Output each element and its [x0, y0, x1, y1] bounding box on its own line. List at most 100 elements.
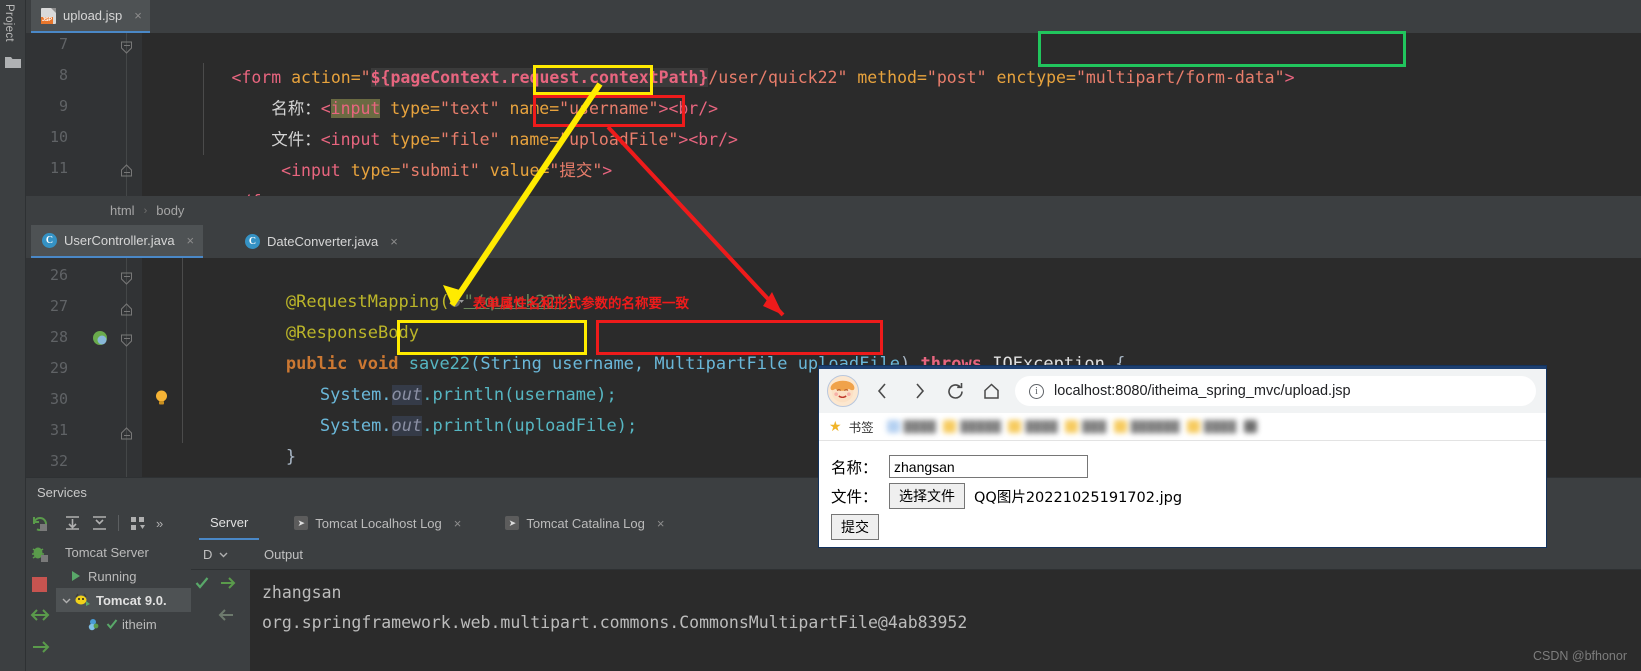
tab-upload-jsp[interactable]: upload.jsp × [31, 0, 150, 33]
back-button[interactable] [865, 373, 901, 409]
debug-icon[interactable] [31, 545, 49, 563]
close-icon[interactable]: × [454, 517, 462, 530]
deployment-column-header[interactable]: D [191, 540, 250, 570]
line-number: 7 [58, 35, 68, 53]
code-token: enctype= [996, 68, 1076, 87]
deploy-icon[interactable] [30, 605, 50, 625]
bookmark-item[interactable]: ██████ [1113, 420, 1180, 433]
more-icon[interactable]: » [156, 516, 163, 531]
bookmarks-label[interactable]: 书签 [849, 417, 874, 436]
folder-icon[interactable] [5, 56, 21, 69]
tab-usercontroller-java[interactable]: C UserController.java × [31, 225, 204, 258]
indent-guide [182, 258, 183, 443]
tab-dateconverter-java[interactable]: C DateConverter.java × [234, 225, 407, 258]
bookmark-favicon [1008, 420, 1022, 433]
close-icon[interactable]: × [657, 517, 665, 530]
group-icon[interactable] [129, 515, 146, 532]
tab-label: upload.jsp [63, 8, 123, 23]
user-avatar[interactable] [827, 375, 859, 407]
check-icon [106, 619, 118, 630]
code-token: "post" [926, 68, 987, 87]
jsp-gutter: 7 8 9 10 11 [26, 33, 142, 196]
bookmark-favicon [886, 420, 900, 433]
close-icon[interactable]: × [390, 235, 398, 248]
console-output[interactable]: zhangsan org.springframework.web.multipa… [250, 570, 1641, 671]
bookmark-item[interactable] [1243, 420, 1257, 433]
address-bar[interactable]: i localhost:8080/itheima_spring_mvc/uplo… [1015, 376, 1536, 406]
bookmark-item[interactable]: █████ [943, 420, 1001, 433]
fold-column [126, 258, 127, 477]
tree-item-tomcat-server[interactable]: Tomcat Server [56, 540, 191, 564]
bookmark-item[interactable]: ████ [1008, 420, 1058, 433]
fold-collapse-icon[interactable] [120, 41, 133, 54]
jsp-code-area[interactable]: <form action="${pageContext.request.cont… [142, 33, 1641, 211]
file-field-row: 文件： 选择文件 QQ图片20221025191702.jpg [831, 483, 1546, 509]
bookmark-label: ████ [1203, 420, 1237, 433]
chevron-down-icon[interactable] [61, 595, 72, 606]
left-tool-strip: Project [0, 0, 26, 671]
breadcrumb-html[interactable]: html [110, 203, 135, 218]
stop-icon[interactable] [32, 577, 47, 592]
expand-all-icon[interactable] [64, 515, 81, 532]
fold-collapse-icon[interactable] [120, 272, 133, 285]
bookmark-label: ████ [1025, 420, 1059, 433]
forward-button[interactable] [901, 373, 937, 409]
reload-button[interactable] [937, 373, 973, 409]
code-token: out [391, 416, 423, 436]
services-tree[interactable]: Tomcat Server Running Tomcat 9.0. itheim [56, 540, 191, 671]
bookmark-item[interactable]: ████ [1186, 420, 1237, 433]
fold-mark-icon[interactable] [120, 427, 133, 440]
tree-item-running[interactable]: Running [56, 564, 191, 588]
breadcrumb: html › body [26, 196, 1641, 225]
breadcrumb-body[interactable]: body [156, 203, 184, 218]
bookmark-item[interactable]: ███ [1065, 420, 1107, 433]
close-icon[interactable]: × [187, 234, 195, 247]
home-button[interactable] [973, 373, 1009, 409]
info-icon[interactable]: i [1029, 383, 1044, 399]
fold-collapse-icon[interactable] [120, 334, 133, 347]
run-tab-tomcat-catalina-log[interactable]: ➤ Tomcat Catalina Log × [494, 506, 675, 540]
bookmark-favicon [1065, 420, 1079, 433]
star-icon[interactable]: ★ [829, 418, 842, 435]
fold-collapse-end-icon[interactable] [120, 164, 133, 177]
run-tab-tomcat-localhost-log[interactable]: ➤ Tomcat Localhost Log × [283, 506, 472, 540]
file-label: 文件： [831, 488, 878, 506]
project-tool-label[interactable]: Project [3, 4, 15, 42]
choose-file-button[interactable]: 选择文件 [889, 483, 965, 509]
name-field-row: 名称： [831, 455, 1546, 478]
code-token: "submit" [400, 161, 480, 180]
jsp-file-icon [41, 7, 56, 24]
line-number: 27 [49, 297, 68, 315]
chevron-down-icon[interactable] [218, 549, 229, 560]
tree-item-artifact[interactable]: itheim [56, 612, 191, 636]
deploy-icon[interactable] [218, 574, 236, 592]
browser-toolbar: i localhost:8080/itheima_spring_mvc/uplo… [819, 369, 1546, 413]
run-tab-server[interactable]: Server [199, 506, 260, 540]
bookmark-item[interactable]: ████ [886, 420, 937, 433]
class-icon: C [42, 233, 57, 248]
tree-item-tomcat-9[interactable]: Tomcat 9.0. [56, 588, 191, 612]
class-icon: C [245, 234, 260, 249]
submit-button[interactable]: 提交 [831, 514, 879, 540]
name-input[interactable] [889, 455, 1088, 478]
fold-mark-icon[interactable] [120, 303, 133, 316]
undeploy-icon[interactable] [218, 606, 236, 624]
close-icon[interactable]: × [134, 9, 142, 22]
console-line: org.springframework.web.multipart.common… [262, 613, 968, 632]
bookmarks-bar: ★ 书签 ████ █████ ████ ███ ██████ ████ [819, 413, 1546, 441]
rerun-icon[interactable] [31, 515, 49, 533]
web-mapping-icon[interactable] [449, 296, 464, 308]
code-token: "multipart/form-data" [1075, 68, 1285, 87]
tab-label: Tomcat Localhost Log [315, 515, 442, 531]
tab-label: Tomcat Catalina Log [526, 515, 645, 531]
jsp-editor[interactable]: 7 8 9 10 11 <form action="${pageContext.… [26, 33, 1641, 211]
collapse-all-icon[interactable] [91, 515, 108, 532]
java-editor-tabbar: C UserController.java × C DateConverter.… [26, 225, 1641, 258]
spring-bean-gutter-icon[interactable] [92, 330, 108, 346]
tree-label: Tomcat 9.0. [96, 592, 167, 608]
tomcat-icon [75, 593, 90, 606]
deploy-icon[interactable] [30, 637, 50, 657]
code-token: > [678, 130, 689, 149]
code-token: > [1284, 68, 1295, 87]
tree-label: itheim [122, 616, 157, 632]
